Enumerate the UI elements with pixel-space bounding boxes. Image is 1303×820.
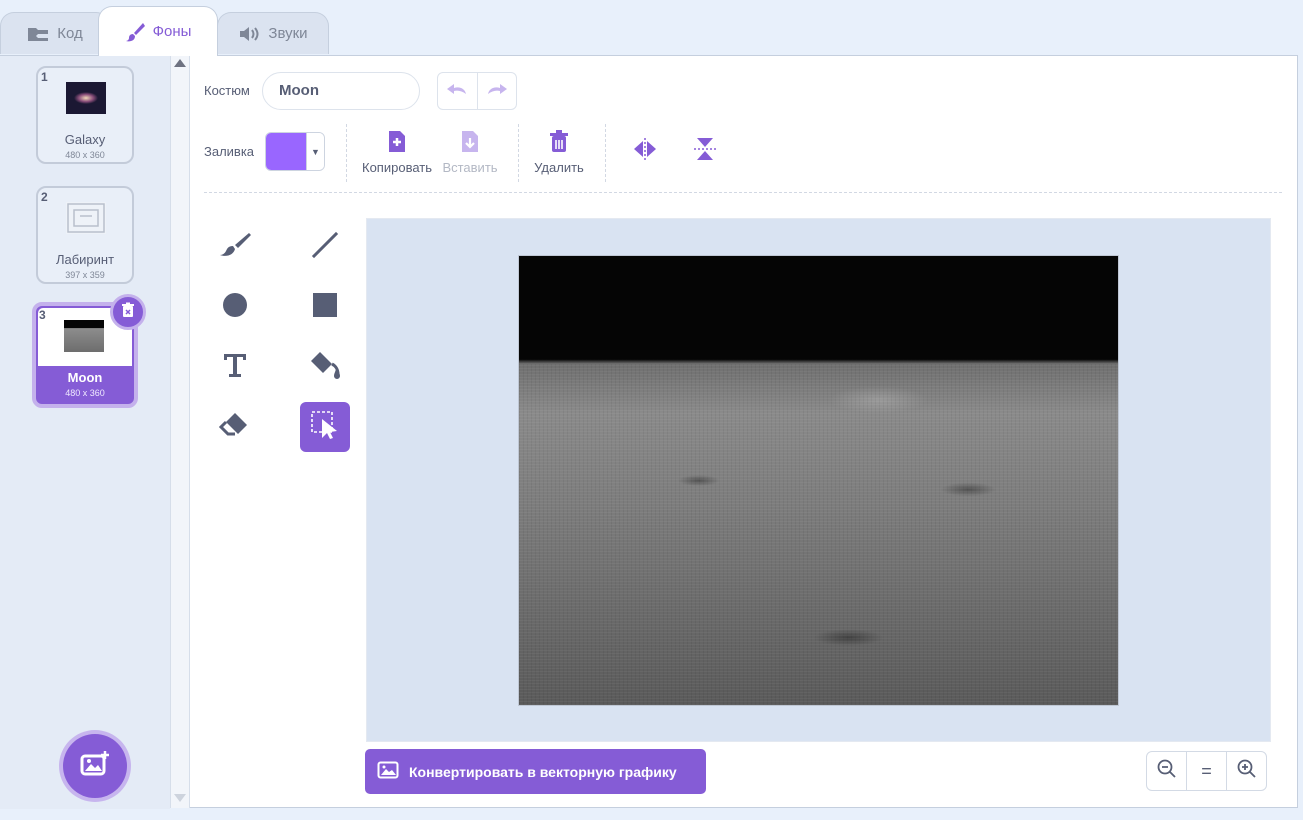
paint-bucket-icon (308, 350, 342, 385)
list-scrollbar[interactable] (170, 55, 190, 808)
zoom-in-button[interactable] (1226, 752, 1266, 790)
circle-icon (221, 291, 249, 324)
tab-code[interactable]: Код (0, 12, 110, 54)
text-icon (222, 352, 248, 383)
delete-label: Удалить (534, 160, 584, 175)
zoom-reset-button[interactable]: = (1186, 752, 1226, 790)
speaker-icon (238, 26, 260, 42)
costume-item[interactable]: 1 Galaxy 480 x 360 (36, 66, 134, 164)
convert-to-vector-button[interactable]: Конвертировать в векторную графику (365, 749, 706, 794)
zoom-reset-label: = (1201, 760, 1212, 781)
costume-number: 3 (39, 308, 46, 322)
select-icon (310, 410, 340, 445)
toolbar-separator (204, 192, 1282, 193)
costume-thumbnail (66, 202, 106, 234)
zoom-out-button[interactable] (1147, 752, 1186, 790)
costume-thumbnail (64, 320, 104, 352)
trash-icon (519, 130, 599, 154)
bitmap-image[interactable] (518, 255, 1119, 706)
fill-label: Заливка (204, 144, 255, 159)
fill-color-picker[interactable]: ▼ (265, 132, 325, 171)
delete-costume-button[interactable] (110, 294, 146, 330)
redo-icon (486, 82, 508, 101)
flip-horizontal-icon (632, 137, 658, 165)
dropdown-arrow-icon: ▼ (306, 133, 324, 170)
scroll-down-arrow-icon[interactable] (174, 794, 186, 802)
costume-item[interactable]: 2 Лабиринт 397 x 359 (36, 186, 134, 284)
costume-size: 397 x 359 (65, 270, 105, 280)
code-icon (27, 26, 49, 42)
costume-name: Galaxy (64, 132, 106, 147)
copy-icon (357, 130, 437, 154)
add-image-icon (80, 750, 110, 782)
copy-button[interactable]: Копировать (357, 130, 437, 175)
select-tool[interactable] (300, 402, 350, 452)
undo-icon (446, 82, 468, 101)
copy-label: Копировать (362, 160, 432, 175)
flip-vertical-button[interactable] (680, 126, 730, 176)
fill-color-swatch (266, 133, 306, 170)
toolbar-divider (346, 124, 347, 182)
tab-backdrops-label: Фоны (152, 23, 192, 40)
costume-number: 2 (41, 190, 48, 204)
costume-size: 480 x 360 (65, 388, 105, 398)
eraser-icon (218, 411, 251, 444)
delete-button[interactable]: Удалить (519, 130, 599, 175)
paste-label: Вставить (442, 160, 498, 175)
costume-name-label: Костюм (204, 83, 250, 98)
flip-vertical-icon (694, 136, 716, 167)
paint-canvas-area[interactable] (366, 218, 1271, 742)
tab-code-label: Код (57, 25, 83, 42)
redo-button[interactable] (476, 73, 517, 109)
toolbar-divider (605, 124, 606, 182)
trash-icon (120, 302, 136, 323)
line-icon (311, 231, 339, 264)
undo-button[interactable] (438, 73, 477, 109)
brush-icon (219, 231, 251, 264)
fill-tool[interactable] (300, 342, 350, 392)
rectangle-icon (312, 292, 338, 323)
costume-name: Лабиринт (55, 252, 115, 267)
tab-sounds-label: Звуки (268, 25, 308, 42)
scroll-up-arrow-icon[interactable] (174, 59, 186, 67)
tab-backdrops[interactable]: Звуки (217, 12, 329, 54)
costume-name-input[interactable]: Moon (262, 72, 420, 110)
costume-size: 480 x 360 (65, 150, 105, 160)
costume-thumbnail (66, 82, 106, 114)
costume-list: 1 Galaxy 480 x 360 2 Лабиринт 397 x 359 … (0, 55, 170, 809)
zoom-out-icon (1157, 759, 1177, 784)
undo-redo-group (437, 72, 517, 110)
line-tool[interactable] (300, 222, 350, 272)
image-icon (377, 761, 399, 782)
paste-button[interactable]: Вставить (430, 130, 510, 175)
texture-overlay (519, 363, 1118, 705)
add-backdrop-button[interactable] (63, 734, 127, 798)
costume-number: 1 (41, 70, 48, 84)
flip-horizontal-button[interactable] (620, 126, 670, 176)
brush-tool[interactable] (210, 222, 260, 272)
costume-name: Moon (67, 370, 103, 385)
rectangle-tool[interactable] (300, 282, 350, 332)
paint-editor: Костюм Moon Заливка ▼ Копировать Вставит… (190, 55, 1298, 808)
convert-label: Конвертировать в векторную графику (409, 763, 677, 780)
zoom-in-icon (1237, 759, 1257, 784)
zoom-controls: = (1146, 751, 1267, 791)
paste-icon (430, 130, 510, 154)
eraser-tool[interactable] (210, 402, 260, 452)
tab-costumes[interactable]: Фоны (98, 6, 218, 56)
paintbrush-icon (125, 22, 145, 42)
circle-tool[interactable] (210, 282, 260, 332)
text-tool[interactable] (210, 342, 260, 392)
